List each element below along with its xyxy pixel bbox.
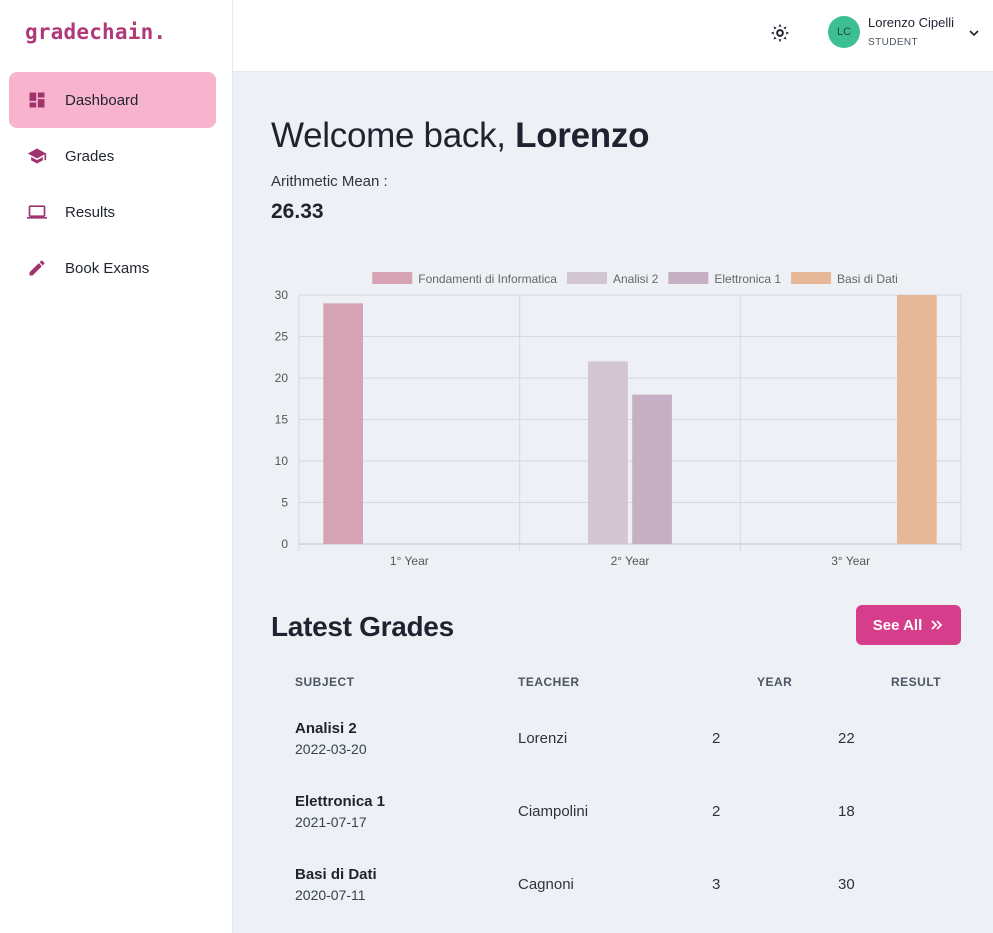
column-header-subject: SUBJECT	[295, 675, 355, 689]
row-teacher: Ciampolini	[518, 803, 589, 820]
row-result: 18	[838, 803, 855, 820]
bar	[897, 295, 937, 544]
avatar[interactable]: LC	[828, 16, 860, 48]
graduation-cap-icon	[27, 146, 47, 166]
legend-label: Analisi 2	[613, 272, 659, 286]
column-header-teacher: TEACHER	[518, 675, 580, 689]
row-date: 2021-07-17	[295, 814, 367, 830]
row-date: 2020-07-11	[295, 887, 366, 903]
table-row[interactable]: Elettronica 1 2021-07-17 Ciampolini 2 18	[233, 793, 993, 865]
bar	[588, 361, 628, 544]
legend-label: Fondamenti di Informatica	[418, 272, 557, 286]
bar	[632, 394, 672, 544]
legend-label: Basi di Dati	[837, 272, 898, 286]
mean-label: Arithmetic Mean :	[271, 173, 388, 190]
row-teacher: Cagnoni	[518, 876, 574, 893]
laptop-icon	[27, 202, 47, 222]
see-all-label: See All	[872, 616, 923, 634]
sidebar-item-book-exams[interactable]: Book Exams	[9, 240, 216, 296]
row-result: 22	[838, 730, 855, 747]
y-tick-label: 10	[275, 454, 289, 468]
app-logo[interactable]: gradechain.	[25, 20, 166, 44]
user-role: STUDENT	[868, 37, 919, 48]
x-tick-label: 3° Year	[831, 554, 870, 568]
table-row[interactable]: Basi di Dati 2020-07-11 Cagnoni 3 30	[233, 866, 993, 933]
row-result: 30	[838, 876, 855, 893]
top-header: LC Lorenzo Cipelli STUDENT	[233, 0, 993, 72]
chevron-down-icon[interactable]	[968, 26, 980, 38]
row-date: 2022-03-20	[295, 741, 367, 757]
sidebar: gradechain. Dashboard Grades Results Boo…	[0, 0, 233, 933]
x-tick-label: 2° Year	[611, 554, 650, 568]
sidebar-item-label: Dashboard	[65, 91, 139, 109]
mean-value: 26.33	[271, 200, 324, 223]
y-tick-label: 5	[281, 496, 288, 510]
row-year: 2	[712, 730, 721, 747]
bar	[323, 303, 363, 544]
dashboard-icon	[27, 90, 47, 110]
y-tick-label: 30	[275, 288, 289, 302]
sidebar-item-grades[interactable]: Grades	[9, 128, 216, 184]
user-name[interactable]: Lorenzo Cipelli	[868, 15, 954, 30]
row-subject: Elettronica 1	[295, 793, 386, 810]
row-subject: Basi di Dati	[295, 866, 377, 883]
legend-label: Elettronica 1	[714, 272, 781, 286]
legend-swatch	[566, 272, 607, 284]
legend-swatch	[791, 272, 832, 284]
legend-swatch	[668, 272, 709, 284]
column-header-result: RESULT	[891, 675, 942, 689]
y-tick-label: 15	[275, 413, 289, 427]
row-teacher: Lorenzi	[518, 730, 568, 747]
y-tick-label: 0	[281, 537, 288, 551]
table-row[interactable]: Analisi 2 2022-03-20 Lorenzi 2 22	[233, 720, 993, 792]
sun-icon[interactable]	[769, 22, 791, 44]
double-chevron-right-icon	[931, 620, 943, 630]
main-content: Welcome back, Lorenzo Arithmetic Mean : …	[233, 72, 993, 933]
sidebar-item-dashboard[interactable]: Dashboard	[9, 72, 216, 128]
latest-grades-title: Latest Grades	[271, 611, 454, 642]
y-tick-label: 20	[275, 371, 289, 385]
sidebar-item-label: Results	[65, 203, 116, 221]
sidebar-item-label: Grades	[65, 147, 115, 165]
column-header-year: YEAR	[757, 675, 793, 689]
sidebar-nav: Dashboard Grades Results Book Exams	[9, 72, 216, 296]
see-all-button[interactable]: See All	[856, 605, 961, 645]
welcome-heading: Welcome back, Lorenzo	[271, 116, 650, 155]
row-year: 3	[712, 876, 721, 893]
legend-swatch	[372, 272, 413, 284]
y-tick-label: 25	[275, 330, 289, 344]
row-year: 2	[712, 803, 721, 820]
pencil-icon	[27, 258, 47, 278]
sidebar-item-label: Book Exams	[65, 259, 150, 277]
grades-bar-chart: 0 5 10 15 20 25 30 1° Year 2° Year 3° Year Fondame…	[275, 272, 962, 568]
row-subject: Analisi 2	[295, 720, 357, 737]
x-tick-label: 1° Year	[390, 554, 429, 568]
sidebar-item-results[interactable]: Results	[9, 184, 216, 240]
